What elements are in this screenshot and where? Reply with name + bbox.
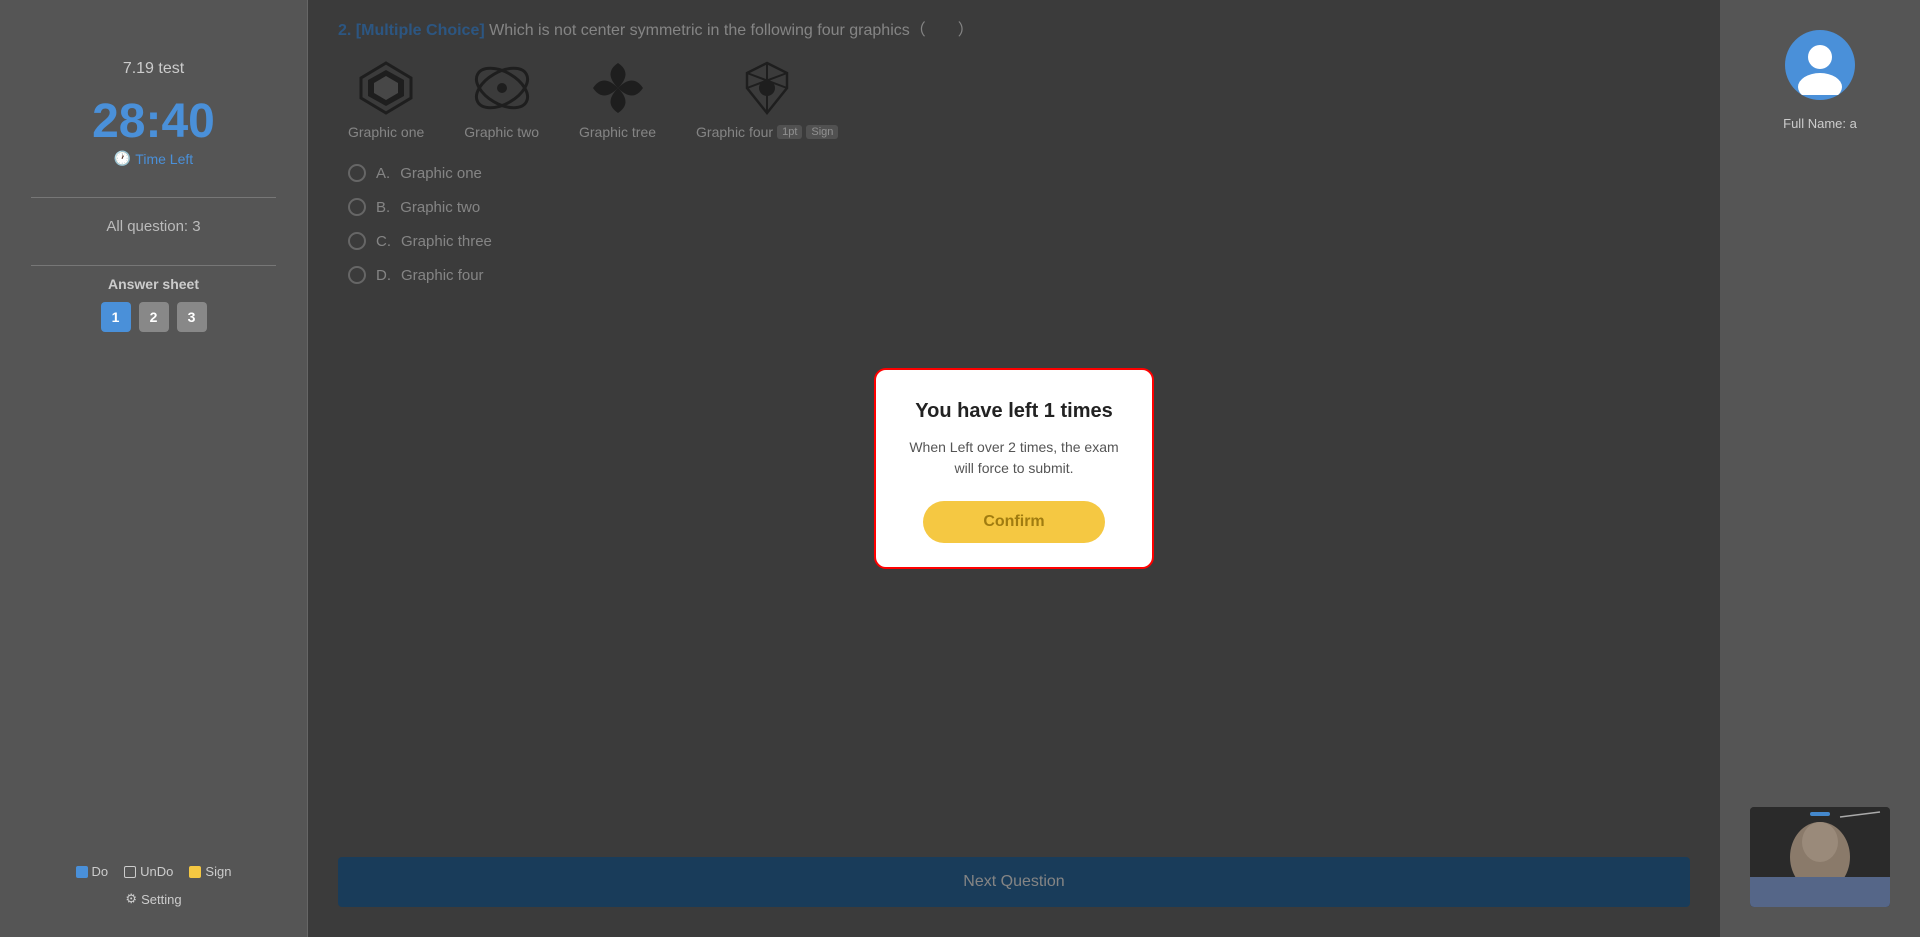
modal-overlay: You have left 1 times When Left over 2 t… — [308, 0, 1720, 937]
legend-undo: UnDo — [124, 864, 173, 879]
main-container: 7.19 test 28:40 🕐 Time Left All question… — [0, 0, 1920, 937]
setting-button[interactable]: ⚙ Setting — [125, 891, 181, 907]
gear-icon: ⚙ — [125, 891, 137, 907]
answer-num-3[interactable]: 3 — [177, 302, 207, 332]
sign-label: Sign — [205, 864, 231, 879]
avatar — [1785, 30, 1855, 100]
do-label: Do — [92, 864, 109, 879]
content-area: 2. [Multiple Choice] Which is not center… — [308, 0, 1720, 937]
clock-icon: 🕐 — [114, 150, 131, 167]
modal-description: When Left over 2 times, the exam will fo… — [900, 437, 1128, 479]
answer-sheet-title: Answer sheet — [108, 276, 199, 292]
webcam-feed — [1750, 807, 1890, 907]
confirm-button[interactable]: Confirm — [923, 501, 1104, 543]
legend-row: Do UnDo Sign — [76, 864, 232, 879]
sidebar: 7.19 test 28:40 🕐 Time Left All question… — [0, 0, 308, 937]
undo-label: UnDo — [140, 864, 173, 879]
modal-dialog: You have left 1 times When Left over 2 t… — [874, 368, 1154, 569]
answer-sheet-numbers: 1 2 3 — [101, 302, 207, 332]
full-name-value: a — [1850, 116, 1857, 131]
sidebar-divider-2 — [31, 265, 277, 266]
modal-title: You have left 1 times — [915, 400, 1112, 423]
setting-label: Setting — [141, 892, 181, 907]
do-dot — [76, 866, 88, 878]
right-panel: Full Name: a — [1720, 0, 1920, 937]
sidebar-bottom: Do UnDo Sign ⚙ Setting — [76, 864, 232, 937]
legend-do: Do — [76, 864, 109, 879]
sidebar-divider — [31, 197, 277, 198]
legend-sign: Sign — [189, 864, 231, 879]
answer-num-1[interactable]: 1 — [101, 302, 131, 332]
answer-num-2[interactable]: 2 — [139, 302, 169, 332]
all-question: All question: 3 — [106, 218, 200, 235]
webcam-preview — [1750, 807, 1890, 907]
avatar-icon — [1790, 35, 1850, 95]
full-name-label: Full Name: — [1783, 116, 1846, 131]
full-name: Full Name: a — [1783, 116, 1857, 131]
undo-dot — [124, 866, 136, 878]
test-title: 7.19 test — [123, 60, 184, 78]
time-left-text: Time Left — [135, 151, 193, 167]
time-left-label: 🕐 Time Left — [114, 150, 193, 167]
timer-display: 28:40 — [92, 98, 215, 146]
sign-dot — [189, 866, 201, 878]
